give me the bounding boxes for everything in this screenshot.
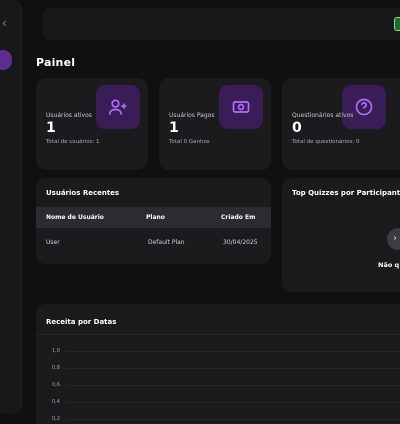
chart-divider xyxy=(36,334,400,335)
stat-label: Usuários ativos xyxy=(46,112,92,119)
grid-line xyxy=(66,385,400,386)
y-tick: 0,8 xyxy=(52,365,60,371)
grid-line xyxy=(66,419,400,420)
sidebar-item-active[interactable] xyxy=(0,50,12,70)
empty-state-text: Não q xyxy=(378,261,400,269)
top-quizzes-title: Top Quizzes por Participantes xyxy=(292,189,400,197)
stat-sub: Total 0 Ganhos xyxy=(169,139,210,145)
grid-line xyxy=(66,402,400,403)
stat-sub: Total de questionários: 0 xyxy=(292,139,360,145)
cell-plan: Default Plan xyxy=(148,239,185,246)
stat-card-active-users: Usuários ativos 1 Total de usuários: 1 xyxy=(36,78,148,170)
stat-value: 1 xyxy=(169,120,179,136)
cell-created: 30/04/2025 xyxy=(223,239,258,246)
money-icon xyxy=(219,85,263,129)
column-header-plan[interactable]: Plano xyxy=(146,214,165,221)
y-tick: 0,2 xyxy=(52,416,60,422)
table-header: Nome de Usuário Plano Criado Em xyxy=(36,207,271,228)
page-title: Painel xyxy=(36,56,76,69)
cell-username: User xyxy=(46,239,60,246)
top-bar xyxy=(42,8,400,40)
stat-label: Usuários Pagos xyxy=(169,112,215,119)
stat-label: Questionários ativos xyxy=(292,112,354,119)
stat-sub: Total de usuários: 1 xyxy=(46,139,100,145)
chevron-left-icon[interactable]: ‹ xyxy=(2,16,12,30)
status-indicator[interactable] xyxy=(394,17,400,31)
sidebar: ‹ xyxy=(0,0,22,414)
column-header-username[interactable]: Nome de Usuário xyxy=(46,214,104,221)
stat-value: 0 xyxy=(292,120,302,136)
revenue-chart-title: Receita por Datas xyxy=(46,318,117,326)
table-row[interactable]: User Default Plan 30/04/2025 xyxy=(36,230,271,252)
column-header-created[interactable]: Criado Em xyxy=(221,214,255,221)
user-plus-icon xyxy=(96,85,140,129)
y-tick: 1,0 xyxy=(52,348,60,354)
y-tick: 0,6 xyxy=(52,382,60,388)
grid-line xyxy=(66,351,400,352)
y-tick: 0,4 xyxy=(52,399,60,405)
stat-card-active-quizzes: Questionários ativos 0 Total de question… xyxy=(282,78,400,170)
stat-value: 1 xyxy=(46,120,56,136)
recent-users-title: Usuários Recentes xyxy=(46,189,120,197)
question-circle-icon xyxy=(342,85,386,129)
grid-line xyxy=(66,368,400,369)
stat-card-paid-users: Usuários Pagos 1 Total 0 Ganhos xyxy=(159,78,271,170)
